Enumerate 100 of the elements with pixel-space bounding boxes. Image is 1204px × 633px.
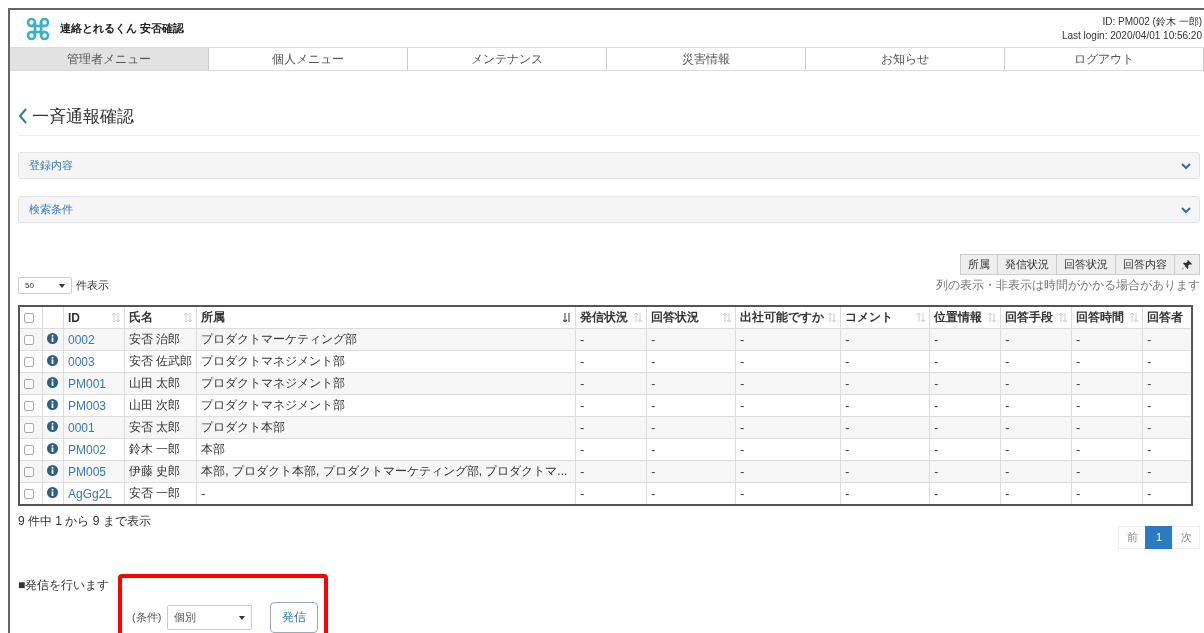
table-cell: - bbox=[1147, 376, 1152, 391]
table-cell: - bbox=[1147, 486, 1152, 501]
column-toggle-button[interactable]: 回答内容 bbox=[1115, 254, 1175, 275]
info-icon bbox=[47, 486, 58, 498]
table-cell: - bbox=[651, 442, 656, 457]
table-cell: - bbox=[651, 420, 656, 435]
logo-icon bbox=[26, 16, 50, 41]
table-cell: - bbox=[845, 442, 850, 457]
table-cell: - bbox=[740, 420, 745, 435]
send-button[interactable]: 発信 bbox=[270, 602, 319, 633]
table-cell: - bbox=[1005, 442, 1010, 457]
table-cell: - bbox=[1147, 464, 1152, 479]
table-cell: - bbox=[651, 486, 656, 501]
table-cell: - bbox=[580, 486, 585, 501]
table-cell: 安否 一郎 bbox=[129, 486, 181, 500]
column-note: 列の表示・非表示は時間がかかる場合があります bbox=[936, 277, 1200, 294]
table-cell: - bbox=[1005, 420, 1010, 435]
accordion-panel[interactable]: 登録内容 bbox=[18, 152, 1200, 179]
dropdown-arrow-icon bbox=[59, 283, 65, 288]
pin-icon bbox=[1182, 259, 1192, 270]
dropdown-arrow-icon bbox=[239, 615, 246, 620]
column-toggle-button[interactable]: 回答状況 bbox=[1056, 254, 1116, 275]
table-cell: 山田 次郎 bbox=[129, 398, 181, 412]
table-cell: - bbox=[740, 332, 745, 347]
table-cell: - bbox=[1005, 354, 1010, 369]
checkbox[interactable] bbox=[24, 313, 34, 324]
table-cell: - bbox=[580, 420, 585, 435]
table-cell: - bbox=[651, 398, 656, 413]
user-id: ID: PM002 (鈴木 一郎) bbox=[1101, 14, 1202, 29]
column-toggle-button[interactable]: 発信状況 bbox=[997, 254, 1057, 275]
table-cell: 鈴木 一郎 bbox=[129, 442, 181, 456]
table-cell: 本部 bbox=[201, 442, 226, 456]
checkbox[interactable] bbox=[24, 445, 34, 456]
page-link[interactable]: 1 bbox=[1145, 526, 1173, 549]
checkbox[interactable] bbox=[24, 379, 34, 390]
table-cell: - bbox=[580, 442, 585, 457]
table-cell: - bbox=[845, 398, 850, 413]
table-cell: - bbox=[1076, 332, 1081, 347]
column-header[interactable]: 所属 bbox=[201, 309, 226, 326]
table-cell: - bbox=[1076, 376, 1081, 391]
info-icon bbox=[47, 354, 58, 366]
checkbox[interactable] bbox=[24, 401, 34, 412]
table-cell: - bbox=[580, 354, 585, 369]
table-cell: プロダクト本部 bbox=[201, 420, 286, 434]
column-toggle-button[interactable]: 所属 bbox=[960, 254, 998, 275]
table-cell: - bbox=[845, 420, 850, 435]
table-cell: - bbox=[934, 420, 939, 435]
table-cell: プロダクトマーケティング部 bbox=[201, 332, 358, 346]
info-icon bbox=[47, 332, 58, 344]
table-cell: - bbox=[651, 354, 656, 369]
table-cell: - bbox=[1076, 486, 1081, 501]
table-cell: - bbox=[1076, 442, 1081, 457]
table-cell: - bbox=[740, 398, 745, 413]
table-cell: - bbox=[740, 354, 745, 369]
table-cell: - bbox=[1005, 376, 1010, 391]
page-link[interactable]: 次 bbox=[1172, 526, 1200, 549]
table-cell: - bbox=[845, 354, 850, 369]
table-cell: プロダクトマネジメント部 bbox=[201, 354, 346, 368]
table-cell: - bbox=[934, 442, 939, 457]
table-cell: - bbox=[580, 464, 585, 479]
table-cell: - bbox=[1147, 332, 1152, 347]
checkbox[interactable] bbox=[24, 489, 34, 500]
nav-tab[interactable]: 管理者メニュー bbox=[10, 48, 209, 70]
table-cell: - bbox=[934, 398, 939, 413]
table-cell: - bbox=[651, 376, 656, 391]
table-cell: - bbox=[934, 354, 939, 369]
table-cell: - bbox=[845, 464, 850, 479]
checkbox[interactable] bbox=[24, 423, 34, 434]
checkbox[interactable] bbox=[24, 467, 34, 478]
table-cell: プロダクトマネジメント部 bbox=[201, 398, 346, 412]
table-cell: - bbox=[740, 442, 745, 457]
info-icon bbox=[47, 442, 58, 454]
table-cell: - bbox=[651, 464, 656, 479]
table-cell: - bbox=[580, 398, 585, 413]
column-header[interactable]: ID bbox=[68, 310, 80, 325]
panel-title: 登録内容 bbox=[29, 158, 73, 173]
checkbox[interactable] bbox=[24, 357, 34, 368]
table-cell: - bbox=[651, 332, 656, 347]
checkbox[interactable] bbox=[24, 335, 34, 346]
pin-button[interactable] bbox=[1174, 254, 1200, 275]
table-cell: 伊藤 史郎 bbox=[129, 464, 181, 478]
condition-label: (条件) bbox=[132, 610, 162, 625]
table-cell: - bbox=[845, 376, 850, 391]
table-cell: 山田 太郎 bbox=[129, 376, 181, 390]
table-cell: - bbox=[1076, 398, 1081, 413]
accordion-panel[interactable]: 検索条件 bbox=[18, 196, 1200, 223]
table-cell: - bbox=[740, 376, 745, 391]
table-cell: - bbox=[1076, 464, 1081, 479]
page-length-select[interactable]: 50 bbox=[18, 277, 72, 294]
table-cell: - bbox=[1147, 420, 1152, 435]
condition-select[interactable]: 個別 bbox=[167, 605, 253, 630]
table-cell: - bbox=[1076, 354, 1081, 369]
table-cell: - bbox=[1005, 398, 1010, 413]
info-icon bbox=[47, 398, 58, 410]
table-cell: 安否 佐武郎 bbox=[129, 354, 193, 368]
last-login: Last login: 2020/04/01 10:56:20 bbox=[1061, 28, 1202, 43]
info-icon bbox=[47, 464, 58, 476]
table-cell: - bbox=[1005, 464, 1010, 479]
table-cell: - bbox=[934, 376, 939, 391]
table-cell: - bbox=[740, 486, 745, 501]
